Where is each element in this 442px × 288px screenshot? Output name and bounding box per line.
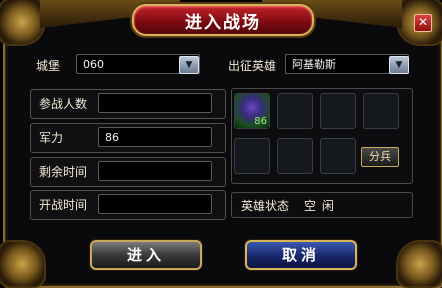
hero-select-value: 阿基勒斯 — [292, 58, 336, 71]
hero-slot-empty[interactable] — [320, 93, 356, 129]
close-icon: ✕ — [417, 15, 429, 29]
remaining-time-label: 剩余时间 — [39, 165, 88, 179]
castle-label: 城堡 — [36, 59, 61, 73]
remaining-time-row: 剩余时间 — [30, 157, 226, 187]
army-power-label: 军力 — [39, 131, 64, 145]
close-button[interactable]: ✕ — [414, 14, 432, 32]
army-power-row: 军力 86 — [30, 123, 226, 153]
battle-start-time-row: 开战时间 — [30, 190, 226, 220]
hero-status-label: 英雄状态 — [241, 199, 290, 213]
split-troops-button[interactable]: 分兵 — [361, 147, 399, 167]
hero-status-value: 空 闲 — [304, 199, 335, 213]
enter-button[interactable]: 进入 — [90, 240, 202, 270]
hero-slot-empty[interactable] — [234, 138, 270, 174]
hero-slot[interactable]: 86 — [234, 93, 270, 129]
castle-select-value: 060 — [83, 58, 104, 71]
hero-slot-empty[interactable] — [320, 138, 356, 174]
hero-slot-empty[interactable] — [277, 138, 313, 174]
hero-slot-empty[interactable] — [363, 93, 399, 129]
remaining-time-field — [98, 161, 212, 181]
chevron-down-icon: ▼ — [395, 60, 403, 70]
cancel-button[interactable]: 取消 — [245, 240, 357, 270]
corner-ornament — [0, 0, 44, 44]
hero-status-box: 英雄状态 空 闲 — [231, 192, 413, 218]
participants-label: 参战人数 — [39, 97, 88, 111]
hero-slot-empty[interactable] — [277, 93, 313, 129]
corner-ornament — [398, 242, 442, 286]
dialog-title: 进入战场 — [132, 4, 314, 36]
castle-dropdown-button[interactable]: ▼ — [179, 56, 199, 74]
army-power-field: 86 — [98, 127, 212, 147]
hero-level: 86 — [254, 116, 267, 127]
chevron-down-icon: ▼ — [185, 60, 193, 70]
corner-ornament — [0, 242, 44, 286]
hero-select-label: 出征英雄 — [228, 59, 277, 73]
hero-dropdown-button[interactable]: ▼ — [389, 56, 409, 74]
army-power-value: 86 — [105, 131, 119, 144]
battle-start-time-field — [98, 194, 212, 214]
battle-start-time-label: 开战时间 — [39, 198, 88, 212]
participants-row: 参战人数 — [30, 89, 226, 119]
participants-field — [98, 93, 212, 113]
